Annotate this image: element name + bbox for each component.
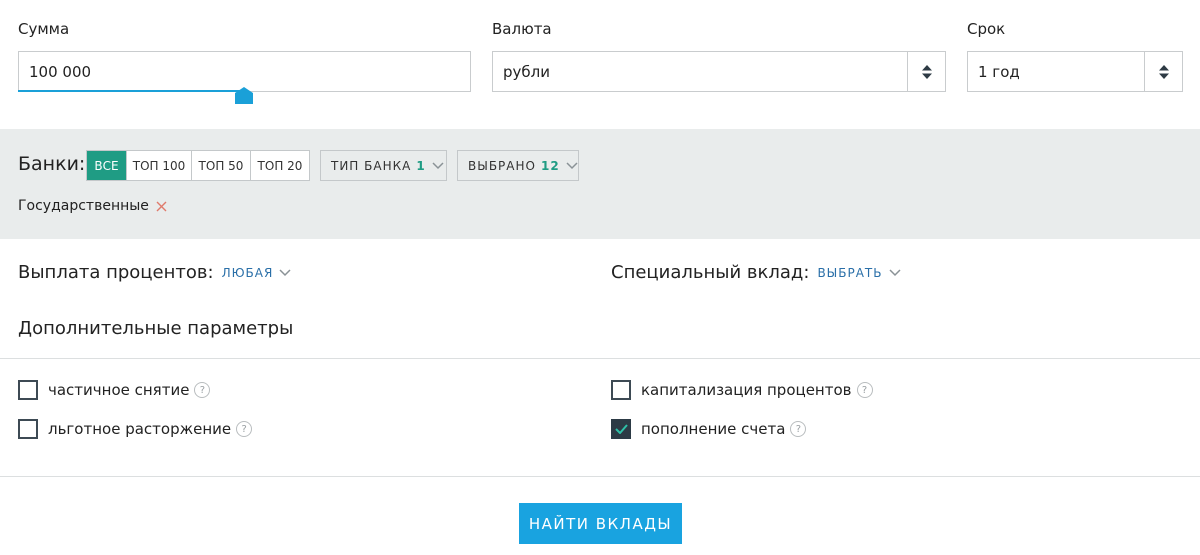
option-early-termination[interactable]: льготное расторжение ? <box>18 419 253 439</box>
special-deposit-label: Специальный вклад: <box>611 262 810 283</box>
payout-row: Выплата процентов: ЛЮБАЯ <box>18 262 291 283</box>
segment-top50[interactable]: ТОП 50 <box>192 151 251 180</box>
checkbox[interactable] <box>611 380 631 400</box>
special-deposit-value: ВЫБРАТЬ <box>817 265 883 280</box>
banks-segmented-control: ВСЕ ТОП 100 ТОП 50 ТОП 20 <box>86 150 310 181</box>
sort-arrows-icon <box>1144 52 1182 91</box>
currency-value: рубли <box>503 62 550 81</box>
payout-label: Выплата процентов: <box>18 262 214 283</box>
segment-top20[interactable]: ТОП 20 <box>251 151 309 180</box>
banks-title: Банки: <box>18 153 86 175</box>
option-label: пополнение счета <box>641 420 786 438</box>
amount-slider-track[interactable] <box>18 90 244 92</box>
help-icon[interactable]: ? <box>194 382 211 398</box>
bank-filter-tag: Государственные <box>18 198 167 214</box>
checkbox[interactable] <box>18 419 38 439</box>
chevron-down-icon <box>279 268 291 276</box>
currency-select[interactable]: рубли <box>492 51 946 92</box>
divider <box>0 358 1200 359</box>
checkbox[interactable] <box>18 380 38 400</box>
checkbox-checked[interactable] <box>611 419 631 439</box>
selected-banks-count: 12 <box>540 158 560 173</box>
chevron-down-icon <box>888 268 901 276</box>
divider <box>0 476 1200 477</box>
chevron-down-icon <box>432 161 444 169</box>
help-icon[interactable]: ? <box>856 382 873 398</box>
amount-input[interactable]: 100 000 <box>18 51 471 92</box>
term-label: Срок <box>967 20 1006 38</box>
chevron-down-icon <box>566 161 578 169</box>
help-icon[interactable]: ? <box>790 421 807 437</box>
payout-value: ЛЮБАЯ <box>221 265 274 280</box>
term-value: 1 год <box>978 62 1020 81</box>
bank-type-count: 1 <box>416 158 426 173</box>
checkmark-icon <box>614 424 628 434</box>
term-select[interactable]: 1 год <box>967 51 1183 92</box>
help-icon[interactable]: ? <box>236 421 253 437</box>
segment-all[interactable]: ВСЕ <box>87 151 127 180</box>
amount-label: Сумма <box>18 20 70 38</box>
sort-arrows-icon <box>907 52 945 91</box>
amount-slider-handle[interactable] <box>235 87 253 104</box>
option-label: частичное снятие <box>48 381 190 399</box>
search-deposits-button[interactable]: НАЙТИ ВКЛАДЫ <box>519 503 682 544</box>
banks-panel: Банки: ВСЕ ТОП 100 ТОП 50 ТОП 20 ТИП БАН… <box>0 129 1200 239</box>
option-label: льготное расторжение <box>48 420 232 438</box>
selected-banks-dropdown[interactable]: ВЫБРАНО 12 <box>457 150 579 181</box>
option-partial-withdrawal[interactable]: частичное снятие ? <box>18 380 211 400</box>
option-replenishment[interactable]: пополнение счета ? <box>611 419 807 439</box>
special-deposit-dropdown[interactable]: ВЫБРАТЬ <box>817 265 901 280</box>
option-capitalization[interactable]: капитализация процентов ? <box>611 380 873 400</box>
option-label: капитализация процентов <box>641 381 852 399</box>
close-icon[interactable] <box>156 201 167 212</box>
bank-filter-tag-label: Государственные <box>18 198 149 214</box>
amount-value: 100 000 <box>29 62 92 81</box>
bank-type-dropdown[interactable]: ТИП БАНКА 1 <box>320 150 447 181</box>
additional-params-title: Дополнительные параметры <box>18 318 294 339</box>
special-deposit-row: Специальный вклад: ВЫБРАТЬ <box>611 262 901 283</box>
selected-banks-label: ВЫБРАНО <box>468 158 536 173</box>
payout-dropdown[interactable]: ЛЮБАЯ <box>222 266 292 280</box>
currency-label: Валюта <box>492 20 552 38</box>
bank-type-label: ТИП БАНКА <box>331 158 412 173</box>
segment-top100[interactable]: ТОП 100 <box>127 151 192 180</box>
